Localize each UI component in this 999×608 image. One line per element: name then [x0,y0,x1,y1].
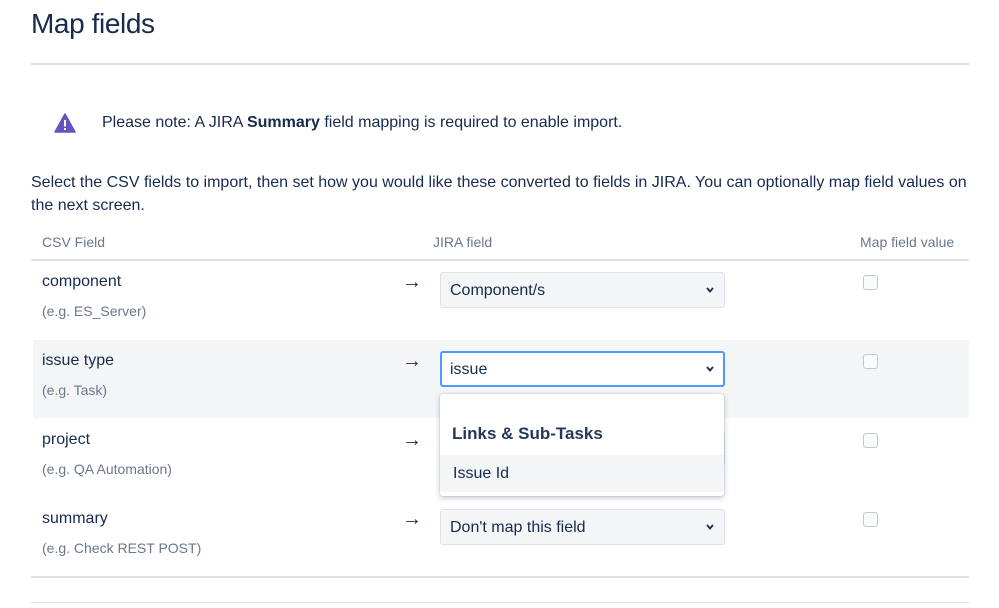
header-map-field-value: Map field value [860,234,955,250]
notice-text: Please note: A JIRA Summary field mappin… [102,114,622,132]
csv-field-name: summary [42,510,108,527]
jira-field-input[interactable]: issue [450,361,487,379]
table-row: component (e.g. ES_Server) → Component/s [33,261,969,339]
notice-prefix: Please note: A JIRA [102,114,247,131]
notice-suffix: field mapping is required to enable impo… [319,114,623,131]
jira-field-select[interactable]: Component/s [440,272,725,308]
header-csv-field: CSV Field [42,234,106,250]
notice-bold: Summary [246,114,320,131]
dropdown-option-label: Issue Id [453,465,510,482]
notice: Please note: A JIRA Summary field mappin… [54,112,622,134]
chevron-down-icon [706,366,714,372]
map-field-value-checkbox[interactable] [863,275,878,290]
map-field-value-checkbox[interactable] [863,354,878,369]
arrow-right-icon: → [402,508,422,530]
arrow-right-icon: → [402,429,422,451]
csv-field-example: (e.g. QA Automation) [42,461,172,477]
jira-field-select[interactable]: Don't map this field [440,509,725,545]
table-row: summary (e.g. Check REST POST) → Don't m… [33,498,969,576]
jira-field-value: Component/s [450,282,546,299]
header-divider [31,63,969,65]
page-title: Map fields [31,8,155,39]
csv-field-name: component [42,273,122,290]
jira-field-select[interactable]: issue [440,351,725,387]
chevron-down-icon [706,287,714,293]
csv-field-name: project [42,431,91,448]
chevron-down-icon [706,524,714,530]
arrow-right-icon: → [402,271,422,293]
csv-field-example: (e.g. ES_Server) [42,303,147,319]
csv-field-example: (e.g. Task) [42,382,108,398]
dropdown-option[interactable]: Issue Id [440,455,724,492]
csv-field-example: (e.g. Check REST POST) [42,540,202,556]
dropdown-group-label: Links & Sub-Tasks [452,424,603,443]
intro-text: Select the CSV fields to import, then se… [31,174,967,214]
map-field-value-checkbox[interactable] [863,512,878,527]
table-bottom-divider [31,576,969,578]
footer-divider [31,602,969,603]
warning-icon [54,113,76,133]
jira-field-dropdown-menu: Links & Sub-Tasks Issue Id [440,394,724,496]
map-field-value-checkbox[interactable] [863,433,878,448]
header-jira-field: JIRA field [433,234,493,250]
arrow-right-icon: → [402,350,422,372]
csv-field-name: issue type [42,352,115,369]
jira-field-value: Don't map this field [450,519,586,536]
